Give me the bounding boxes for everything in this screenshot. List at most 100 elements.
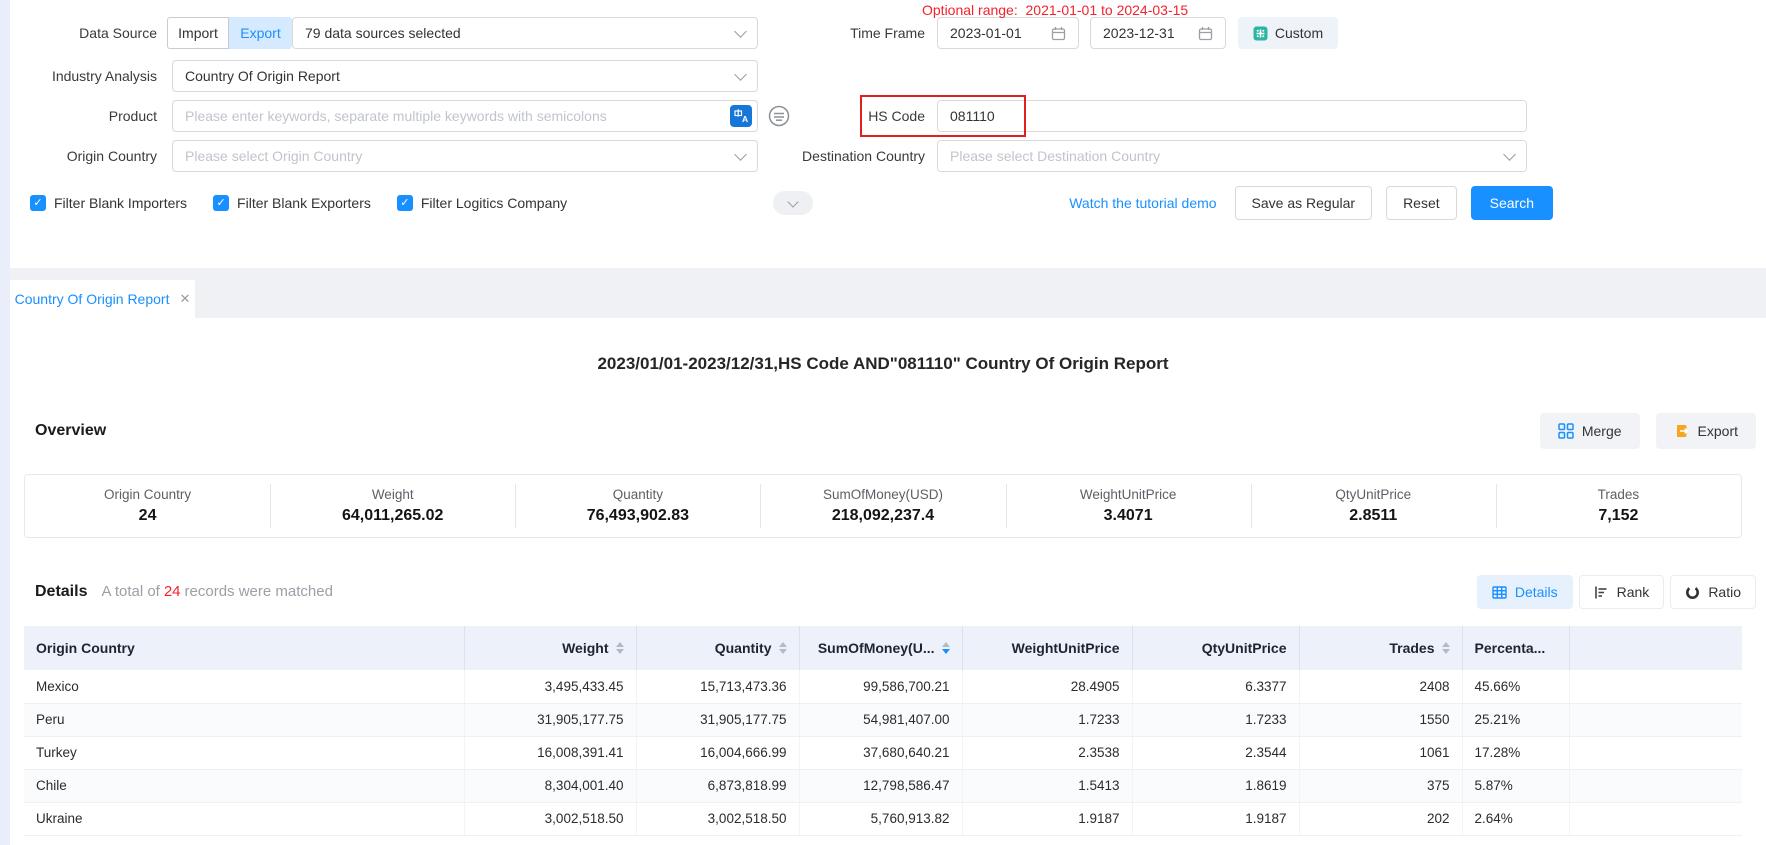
column-header-filler (1569, 626, 1742, 670)
table-cell: 17.28% (1462, 736, 1569, 769)
ratio-view-label: Ratio (1708, 584, 1741, 600)
table-cell: 99,586,700.21 (799, 670, 962, 703)
table-cell: 2.3538 (962, 736, 1132, 769)
destination-country-select[interactable]: Please select Destination Country (937, 140, 1527, 172)
details-view-button[interactable]: Details (1477, 575, 1573, 609)
view-switcher: Details Rank Ratio (1477, 575, 1756, 609)
data-source-toggle: Import Export (167, 17, 292, 49)
destination-country-label: Destination Country (790, 140, 925, 172)
checked-checkbox-icon (213, 195, 229, 211)
column-header-percentage: Percenta... (1462, 626, 1569, 670)
data-source-select[interactable]: 79 data sources selected (292, 17, 758, 49)
keyword-list-icon[interactable] (768, 105, 790, 127)
table-cell: 5,760,913.82 (799, 802, 962, 835)
collapse-filters-button[interactable] (773, 191, 813, 215)
search-button[interactable]: Search (1471, 186, 1553, 220)
merge-label: Merge (1582, 423, 1622, 439)
column-header-origin-country: Origin Country (24, 626, 464, 670)
checkbox-label: Filter Logitics Company (421, 195, 567, 211)
rank-icon (1594, 585, 1609, 600)
import-toggle-button[interactable]: Import (167, 17, 229, 49)
table-icon (1492, 585, 1507, 600)
records-matched-text: A total of24records were matched (101, 583, 332, 600)
origin-country-label: Origin Country (0, 140, 157, 172)
stat-value: 2.8511 (1349, 507, 1397, 525)
tab-bar: Country Of Origin Report ✕ (0, 268, 1766, 318)
details-view-label: Details (1515, 584, 1558, 600)
records-matched-prefix: A total of (101, 583, 159, 600)
sort-icon (616, 642, 624, 654)
table-cell: 1.8619 (1132, 769, 1299, 802)
table-cell: 3,002,518.50 (636, 802, 799, 835)
sort-icon (779, 642, 787, 654)
checkbox-filter-blank-exporters[interactable]: Filter Blank Exporters (213, 195, 371, 211)
table-row: Chile8,304,001.406,873,818.9912,798,586.… (24, 769, 1742, 802)
data-source-select-value: 79 data sources selected (305, 25, 461, 41)
table-cell: 31,905,177.75 (464, 703, 636, 736)
column-header-quantity[interactable]: Quantity (636, 626, 799, 670)
table-cell: Turkey (24, 736, 464, 769)
table-cell (1569, 736, 1742, 769)
stat-quantity: Quantity76,493,902.83 (515, 475, 760, 537)
merge-button[interactable]: Merge (1540, 413, 1640, 449)
svg-text:A: A (742, 114, 748, 124)
checkbox-filter-logitics-company[interactable]: Filter Logitics Company (397, 195, 567, 211)
product-keywords-input[interactable] (172, 100, 758, 132)
column-header-weight[interactable]: Weight (464, 626, 636, 670)
hs-code-input[interactable] (937, 100, 1527, 132)
export-button[interactable]: Export (1656, 413, 1756, 449)
rank-view-button[interactable]: Rank (1579, 575, 1665, 609)
save-as-regular-button[interactable]: Save as Regular (1235, 186, 1373, 220)
destination-country-placeholder: Please select Destination Country (950, 148, 1160, 164)
table-cell: 15,713,473.36 (636, 670, 799, 703)
origin-country-select[interactable]: Please select Origin Country (172, 140, 758, 172)
table-cell: 1.7233 (1132, 703, 1299, 736)
ratio-view-button[interactable]: Ratio (1670, 575, 1756, 609)
overview-stat-card: Origin Country 24 Weight64,011,265.02 Qua… (24, 474, 1742, 538)
sort-icon-desc-active (942, 642, 950, 654)
table-cell: 45.66% (1462, 670, 1569, 703)
column-header-trades[interactable]: Trades (1299, 626, 1462, 670)
product-label: Product (0, 100, 157, 132)
tab-country-of-origin-report[interactable]: Country Of Origin Report ✕ (10, 280, 195, 318)
time-frame-label: Time Frame (790, 17, 925, 49)
end-date-input[interactable]: 2023-12-31 (1090, 17, 1226, 49)
custom-grid-icon (1253, 26, 1268, 41)
details-heading: Details (35, 583, 87, 601)
stat-label: WeightUnitPrice (1080, 487, 1177, 502)
table-cell: 2.64% (1462, 802, 1569, 835)
start-date-input[interactable]: 2023-01-01 (937, 17, 1079, 49)
chevron-down-icon (734, 68, 747, 81)
chevron-down-icon (1503, 148, 1516, 161)
table-cell: 5.87% (1462, 769, 1569, 802)
custom-range-label: Custom (1275, 25, 1323, 41)
reset-button[interactable]: Reset (1386, 186, 1457, 220)
tab-close-icon[interactable]: ✕ (179, 291, 190, 307)
column-header-sum-of-money[interactable]: SumOfMoney(U... (799, 626, 962, 670)
tutorial-link[interactable]: Watch the tutorial demo (1069, 195, 1216, 211)
filter-checkbox-group: Filter Blank Importers Filter Blank Expo… (30, 186, 567, 220)
stat-value: 3.4071 (1104, 507, 1153, 525)
custom-range-button[interactable]: Custom (1238, 17, 1338, 49)
table-header-row: Origin Country Weight Quantity SumOfMone… (24, 626, 1742, 670)
stat-label: Trades (1598, 487, 1640, 502)
checkbox-label: Filter Blank Exporters (237, 195, 371, 211)
stat-label: Origin Country (104, 487, 191, 502)
table-cell: 3,495,433.45 (464, 670, 636, 703)
stat-trades: Trades7,152 (1496, 475, 1741, 537)
table-cell: Chile (24, 769, 464, 802)
calendar-icon (1198, 26, 1213, 41)
table-cell: 2.3544 (1132, 736, 1299, 769)
checked-checkbox-icon (30, 195, 46, 211)
translate-icon[interactable]: A (730, 105, 752, 127)
export-toggle-button[interactable]: Export (229, 17, 292, 49)
details-table: Origin Country Weight Quantity SumOfMone… (24, 626, 1742, 836)
table-cell: 31,905,177.75 (636, 703, 799, 736)
industry-analysis-select[interactable]: Country Of Origin Report (172, 60, 758, 92)
stat-weight: Weight64,011,265.02 (270, 475, 515, 537)
checkbox-filter-blank-importers[interactable]: Filter Blank Importers (30, 195, 187, 211)
table-cell: 202 (1299, 802, 1462, 835)
table-cell (1569, 769, 1742, 802)
export-icon (1674, 423, 1690, 439)
stat-value: 24 (139, 507, 157, 525)
